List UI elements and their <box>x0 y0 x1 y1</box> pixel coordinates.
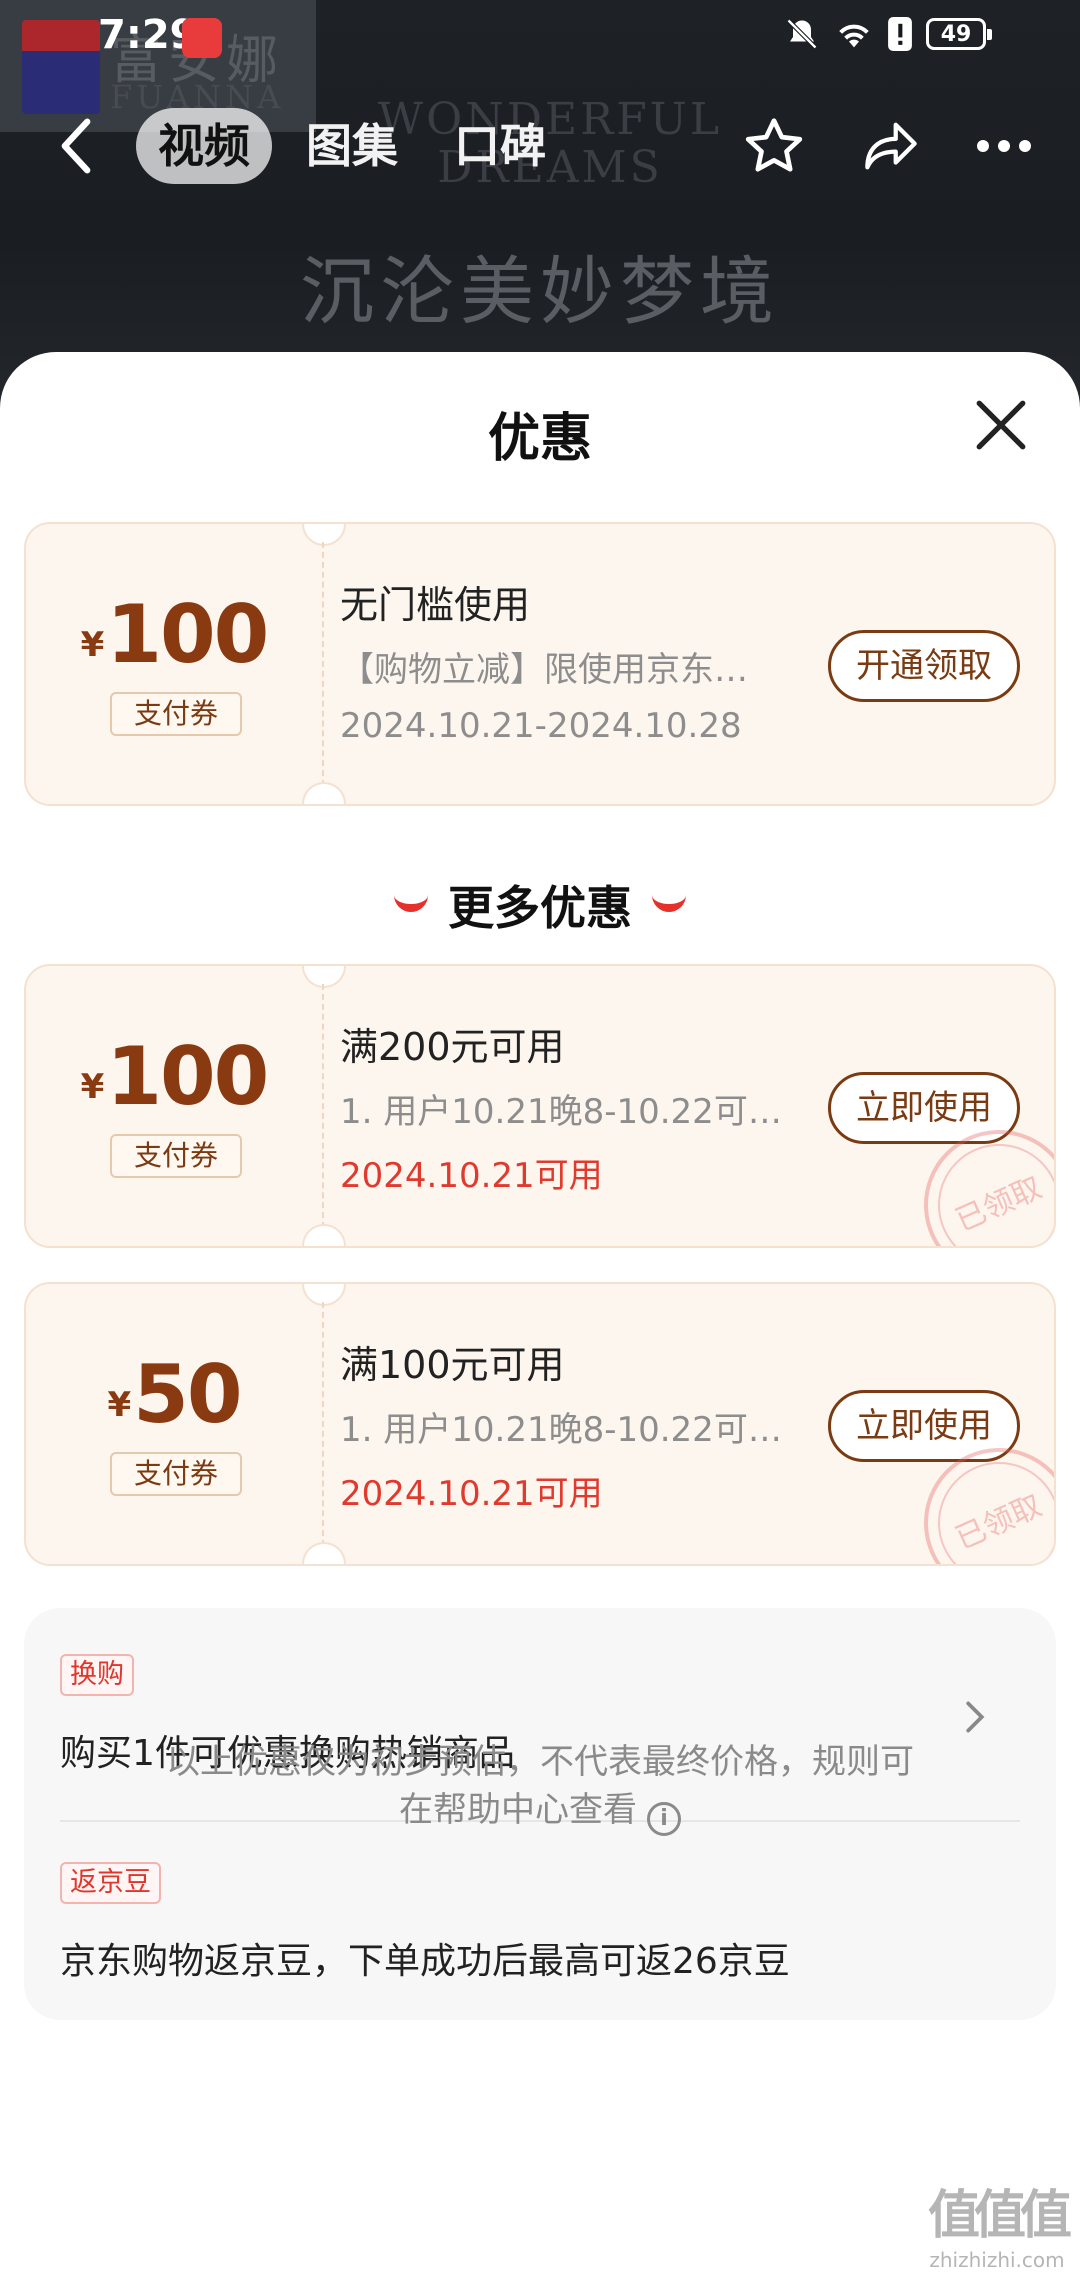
bell-muted-icon <box>786 18 818 50</box>
smile-right-icon <box>652 894 686 912</box>
coupon-description: 1. 用户10.21晚8-10.22可… <box>340 1410 782 1450</box>
coupon-type-badge: 支付券 <box>110 1134 242 1178</box>
wifi-icon <box>839 24 869 48</box>
coupon-divider <box>322 542 324 786</box>
more-offers-heading: 更多优惠 <box>0 872 1080 938</box>
coupon-validity: 2024.10.21可用 <box>340 1474 603 1514</box>
currency-symbol: ¥ <box>80 625 105 665</box>
sheet-title: 优惠 <box>487 409 592 469</box>
hero-title-cn: 沉沦美妙梦境 <box>300 249 780 335</box>
jd-beans-badge: 返京豆 <box>60 1862 161 1904</box>
coupon-value: 100 <box>106 588 269 681</box>
battery-indicator: 49 <box>926 18 992 50</box>
disclaimer-line2: 在帮助中心查看 <box>399 1790 637 1830</box>
coupon-card: ¥100 支付券 满200元可用 1. 用户10.21晚8-10.22可… 20… <box>24 964 1056 1248</box>
notification-app-icon <box>182 18 222 58</box>
trade-in-badge: 换购 <box>60 1654 134 1696</box>
more-icon[interactable] <box>976 139 1032 153</box>
back-arrow-icon[interactable] <box>56 118 96 174</box>
status-icons: 49 <box>784 16 992 52</box>
coupon-description: 1. 用户10.21晚8-10.22可… <box>340 1092 782 1132</box>
coupon-amount: ¥100 <box>26 588 322 681</box>
coupon-value: 50 <box>133 1348 242 1441</box>
watermark-site: zhizhizhi.com <box>929 2248 1065 2272</box>
coupon-amount: ¥100 <box>26 1030 322 1123</box>
jd-beans-text: 京东购物返京豆，下单成功后最高可返26京豆 <box>60 1941 790 1982</box>
coupon-card: ¥100 支付券 无门槛使用 【购物立减】限使用京东… 2024.10.21-2… <box>24 522 1056 806</box>
coupon-title: 满100元可用 <box>340 1343 565 1387</box>
coupon-title: 满200元可用 <box>340 1025 565 1069</box>
activate-claim-button[interactable]: 开通领取 <box>828 630 1020 702</box>
coupon-type-badge: 支付券 <box>110 692 242 736</box>
alert-icon <box>888 17 912 51</box>
currency-symbol: ¥ <box>80 1067 105 1107</box>
coupon-value: 100 <box>106 1030 269 1123</box>
status-bar: 7:29 49 <box>0 0 1080 72</box>
info-icon[interactable]: i <box>647 1802 681 1836</box>
star-icon[interactable] <box>742 116 806 176</box>
site-watermark: 值值值 zhizhizhi.com <box>922 2173 1072 2272</box>
watermark-logo: 值值值 <box>927 2186 1072 2246</box>
tab-video[interactable]: 视频 <box>136 108 272 184</box>
disclaimer-line1: 以上优惠仅为初步预估，不代表最终价格，规则可 <box>166 1742 914 1782</box>
tab-reviews[interactable]: 口碑 <box>432 108 568 184</box>
more-offers-label: 更多优惠 <box>448 881 632 935</box>
coupon-description: 【购物立减】限使用京东… <box>340 650 748 690</box>
coupon-title: 无门槛使用 <box>340 583 531 627</box>
chevron-right-icon <box>966 1701 985 1733</box>
coupon-validity: 2024.10.21-2024.10.28 <box>340 706 742 746</box>
coupon-card: ¥50 支付券 满100元可用 1. 用户10.21晚8-10.22可… 202… <box>24 1282 1056 1566</box>
currency-symbol: ¥ <box>107 1385 132 1425</box>
coupon-amount: ¥50 <box>26 1348 322 1441</box>
coupon-validity: 2024.10.21可用 <box>340 1156 603 1196</box>
smile-left-icon <box>394 894 428 912</box>
close-icon[interactable] <box>972 396 1030 454</box>
tab-gallery[interactable]: 图集 <box>284 108 420 184</box>
coupon-divider <box>322 984 324 1228</box>
header-tabs: 视频 图集 口碑 <box>136 108 568 184</box>
share-icon[interactable] <box>862 120 920 172</box>
coupon-type-badge: 支付券 <box>110 1452 242 1496</box>
coupon-divider <box>322 1302 324 1546</box>
disclaimer-note: 以上优惠仅为初步预估，不代表最终价格，规则可 在帮助中心查看 i <box>120 1738 960 1836</box>
header-actions <box>742 116 1032 176</box>
